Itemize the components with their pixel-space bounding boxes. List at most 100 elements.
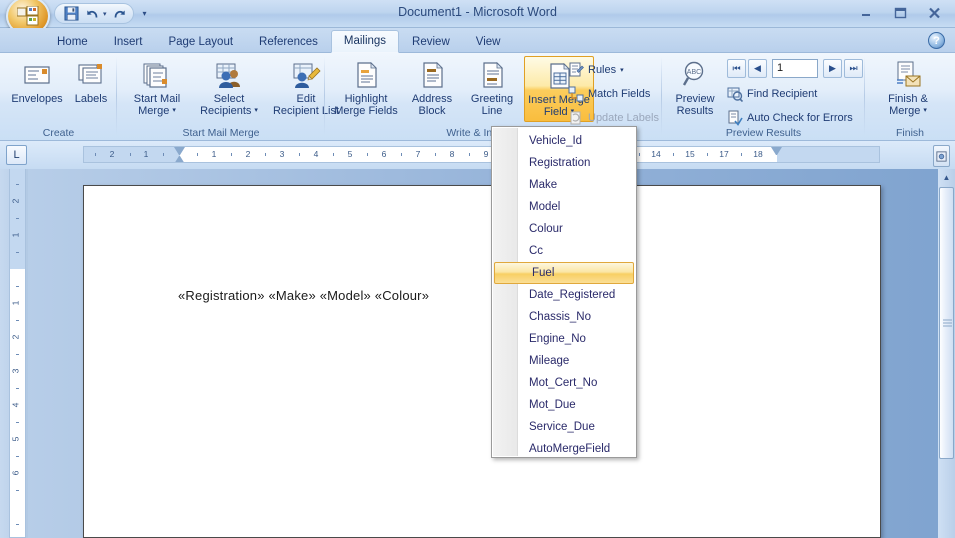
ribbon: Envelopes Labels Create Start Mail Merge… <box>0 53 955 141</box>
menu-item-make[interactable]: Make <box>492 174 636 196</box>
menu-item-colour[interactable]: Colour <box>492 218 636 240</box>
labels-label: Labels <box>74 93 108 105</box>
menu-item-registration[interactable]: Registration <box>492 152 636 174</box>
tab-view[interactable]: View <box>463 31 514 53</box>
highlight-merge-fields-button[interactable]: Highlight Merge Fields <box>331 56 401 122</box>
window-controls <box>853 4 947 22</box>
window-title: Document1 - Microsoft Word <box>398 5 557 19</box>
insert-merge-field-label-line2: Field <box>543 106 568 118</box>
last-record-button[interactable]: ⏭ <box>844 59 863 78</box>
select-recipients-button[interactable]: Select Recipients ▾ <box>193 56 265 122</box>
auto-check-errors-button[interactable]: Auto Check for Errors <box>727 108 853 127</box>
find-recipient-label: Find Recipient <box>747 87 818 100</box>
help-button[interactable]: ? <box>928 32 945 49</box>
select-recipients-icon <box>216 63 240 88</box>
auto-check-errors-label: Auto Check for Errors <box>747 111 853 124</box>
match-fields-button[interactable]: Match Fields <box>568 84 650 103</box>
menu-item-cc[interactable]: Cc <box>492 240 636 262</box>
horizontal-ruler[interactable]: 2 1 1 2 3 4 5 6 7 8 9 14 15 17 18 <box>83 146 880 163</box>
ruler-bar: L 2 1 1 2 3 4 5 6 7 8 9 14 15 17 18 <box>0 141 955 169</box>
vertical-scrollbar[interactable]: ▲ <box>938 169 955 538</box>
match-fields-icon <box>568 86 584 101</box>
ribbon-tab-strip: Home Insert Page Layout References Maili… <box>0 28 955 53</box>
tab-insert[interactable]: Insert <box>101 31 156 53</box>
update-labels-label: Update Labels <box>588 111 659 124</box>
tab-home[interactable]: Home <box>44 31 101 53</box>
edit-recipient-list-icon <box>293 63 321 88</box>
group-label-start-mail-merge: Start Mail Merge <box>182 127 260 139</box>
ruler-tick: 8 <box>449 149 455 159</box>
previous-record-button[interactable]: ◀ <box>748 59 767 78</box>
ruler-tick: 3 <box>279 149 285 159</box>
group-label-create: Create <box>42 127 75 139</box>
tab-page-layout[interactable]: Page Layout <box>155 31 246 53</box>
edit-recipient-list-label-line1: Edit <box>296 93 316 105</box>
rules-button[interactable]: Rules ▾ <box>568 60 624 79</box>
envelope-icon <box>24 66 50 84</box>
ruler-tick: 5 <box>347 149 353 159</box>
ruler-tick: 18 <box>753 149 763 159</box>
menu-item-mot-due[interactable]: Mot_Due <box>492 394 636 416</box>
labels-button[interactable]: Labels <box>60 56 122 122</box>
finish-merge-label-line1: Finish & <box>888 93 928 105</box>
ruler-tick: 1 <box>143 149 149 159</box>
maximize-button[interactable] <box>887 4 913 22</box>
browse-object-icon <box>936 150 947 162</box>
greeting-line-label-line2: Line <box>481 105 503 117</box>
menu-item-date-registered[interactable]: Date_Registered <box>492 284 636 306</box>
greeting-line-button[interactable]: Greeting Line <box>463 56 521 122</box>
document-merge-fields-text[interactable]: «Registration» «Make» «Model» «Colour» <box>178 288 429 303</box>
scroll-thumb[interactable] <box>939 187 954 459</box>
finish-merge-icon <box>897 61 921 87</box>
first-record-button[interactable]: ⏮ <box>727 59 746 78</box>
preview-results-button[interactable]: ABC Preview Results <box>666 56 724 122</box>
select-browse-object-button[interactable] <box>933 145 950 167</box>
menu-item-chassis-no[interactable]: Chassis_No <box>492 306 636 328</box>
finish-and-merge-button[interactable]: Finish & Merge ▾ <box>877 56 939 122</box>
menu-item-engine-no[interactable]: Engine_No <box>492 328 636 350</box>
close-icon <box>928 7 940 19</box>
word-window: ▾ ▾ Document1 - Microsoft Word Home Inse… <box>0 0 955 538</box>
ruler-tick: 15 <box>685 149 695 159</box>
first-line-indent-marker[interactable] <box>174 147 185 155</box>
preview-results-label-line1: Preview <box>675 93 715 105</box>
next-record-button[interactable]: ▶ <box>823 59 842 78</box>
ruler-tick: 2 <box>109 149 115 159</box>
document-page[interactable]: «Registration» «Make» «Model» «Colour» <box>83 185 881 538</box>
right-indent-marker[interactable] <box>771 147 782 155</box>
minimize-button[interactable] <box>853 4 879 22</box>
match-fields-label: Match Fields <box>588 87 651 100</box>
hanging-indent-marker[interactable] <box>174 156 185 162</box>
start-mail-merge-button[interactable]: Start Mail Merge ▾ <box>123 56 191 122</box>
address-block-button[interactable]: Address Block <box>403 56 461 122</box>
scroll-grip-icon <box>943 318 952 329</box>
menu-item-mot-cert-no[interactable]: Mot_Cert_No <box>492 372 636 394</box>
tab-selector-button[interactable]: L <box>6 145 27 165</box>
envelopes-button[interactable]: Envelopes <box>6 56 68 122</box>
auto-check-errors-icon <box>728 110 743 126</box>
menu-item-mileage[interactable]: Mileage <box>492 350 636 372</box>
document-work-area: «Registration» «Make» «Model» «Colour» <box>0 169 955 538</box>
chevron-down-icon: ▾ <box>172 107 176 114</box>
ruler-tick: 5 <box>10 436 21 442</box>
tab-review[interactable]: Review <box>399 31 463 53</box>
close-button[interactable] <box>921 4 947 22</box>
menu-item-fuel[interactable]: Fuel <box>494 262 634 284</box>
address-block-label-line2: Block <box>418 105 446 117</box>
scroll-up-button[interactable]: ▲ <box>940 171 953 184</box>
menu-item-vehicle-id[interactable]: Vehicle_Id <box>492 130 636 152</box>
menu-item-automergefield[interactable]: AutoMergeField <box>492 438 636 460</box>
vertical-ruler[interactable]: 2 1 1 2 3 4 5 6 <box>9 169 26 538</box>
group-label-preview-results: Preview Results <box>725 127 802 139</box>
ruler-tick: 6 <box>381 149 387 159</box>
ruler-tick: 9 <box>483 149 489 159</box>
find-recipient-button[interactable]: Find Recipient <box>727 84 817 103</box>
tab-mailings[interactable]: Mailings <box>330 30 400 53</box>
minimize-icon <box>862 14 870 16</box>
labels-icon <box>78 64 102 84</box>
menu-item-model[interactable]: Model <box>492 196 636 218</box>
tab-references[interactable]: References <box>246 31 331 53</box>
greeting-line-icon <box>483 62 503 88</box>
menu-item-service-due[interactable]: Service_Due <box>492 416 636 438</box>
record-number-input[interactable]: 1 <box>772 59 818 78</box>
